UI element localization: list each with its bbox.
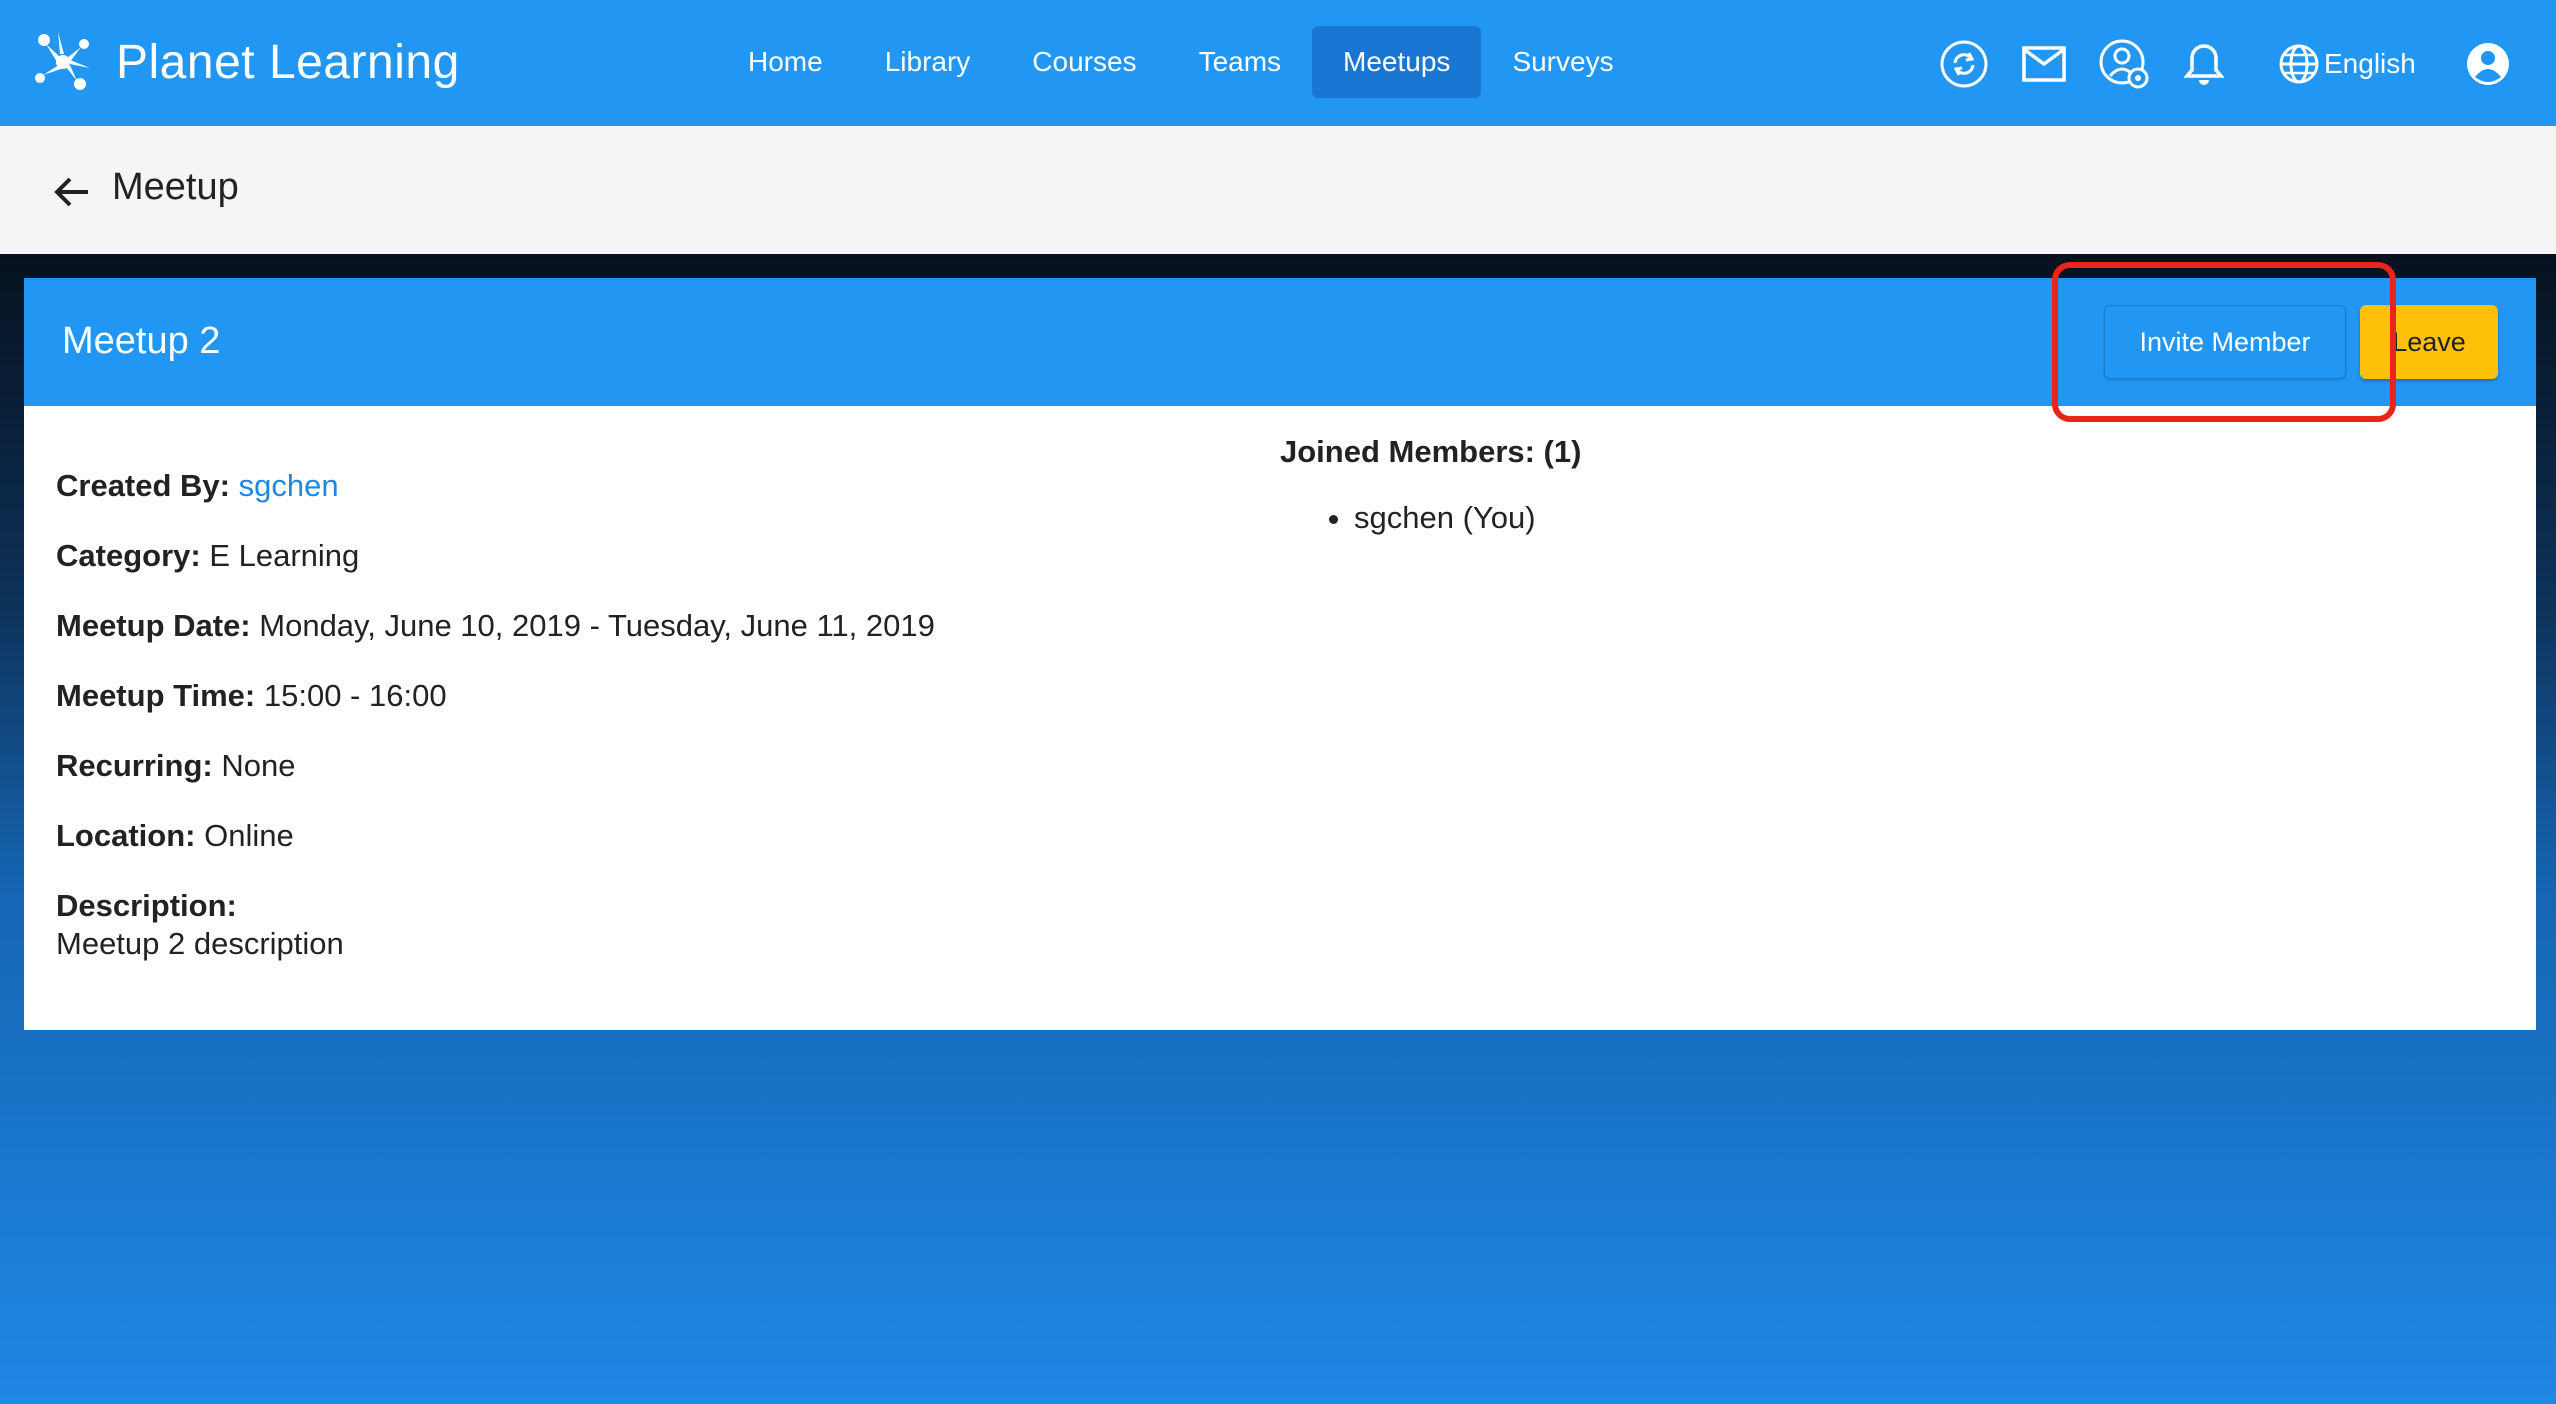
joined-members-title: Joined Members: (1) bbox=[1280, 434, 1582, 469]
detail-label: Meetup Date: bbox=[56, 608, 251, 643]
nav-meetups[interactable]: Meetups bbox=[1312, 26, 1482, 98]
mail-button[interactable] bbox=[2016, 36, 2072, 92]
detail-value: None bbox=[221, 748, 296, 783]
account-circle-icon bbox=[2467, 43, 2509, 85]
creator-link[interactable]: sgchen bbox=[239, 468, 339, 503]
bell-icon bbox=[2184, 44, 2224, 85]
meetup-card: Meetup 2 Invite Member Leave Created By:… bbox=[24, 278, 2536, 1030]
joined-members: Joined Members: (1) sgchen (You) bbox=[1280, 434, 1581, 536]
manager-settings-button[interactable] bbox=[2096, 36, 2152, 92]
user-settings-icon bbox=[2099, 39, 2149, 89]
top-app-bar: Planet Learning Home Library Courses Tea… bbox=[0, 0, 2556, 126]
leave-button[interactable]: Leave bbox=[2360, 305, 2498, 379]
main-nav: Home Library Courses Teams Meetups Surve… bbox=[717, 26, 1645, 98]
detail-value: Online bbox=[204, 818, 294, 853]
meetup-card-header: Meetup 2 Invite Member Leave bbox=[24, 278, 2536, 406]
detail-created-by: Created By: sgchen bbox=[56, 466, 935, 536]
globe-icon bbox=[2279, 44, 2319, 84]
nav-courses[interactable]: Courses bbox=[1001, 26, 1167, 98]
nav-surveys[interactable]: Surveys bbox=[1481, 26, 1644, 98]
member-item: sgchen (You) bbox=[1354, 500, 1581, 536]
app-title: Planet Learning bbox=[116, 35, 460, 89]
detail-value: 15:00 - 16:00 bbox=[263, 678, 447, 713]
detail-value: E Learning bbox=[209, 538, 360, 573]
meetup-title: Meetup 2 bbox=[62, 320, 221, 362]
detail-location: Location: Online bbox=[56, 816, 935, 886]
invite-member-button[interactable]: Invite Member bbox=[2104, 305, 2346, 379]
sync-icon bbox=[1940, 40, 1988, 88]
language-selector[interactable]: English bbox=[2278, 36, 2416, 92]
page-title: Meetup bbox=[112, 166, 239, 208]
nav-teams[interactable]: Teams bbox=[1168, 26, 1312, 98]
detail-label: Created By: bbox=[56, 468, 230, 503]
detail-label: Category: bbox=[56, 538, 201, 573]
detail-category: Category: E Learning bbox=[56, 536, 935, 606]
notifications-button[interactable] bbox=[2176, 36, 2232, 92]
detail-meetup-date: Meetup Date: Monday, June 10, 2019 - Tue… bbox=[56, 606, 935, 676]
detail-label: Location: bbox=[56, 818, 196, 853]
brand[interactable]: Planet Learning bbox=[28, 24, 460, 100]
detail-label: Recurring: bbox=[56, 748, 213, 783]
nav-library[interactable]: Library bbox=[854, 26, 1002, 98]
detail-label: Meetup Time: bbox=[56, 678, 256, 713]
detail-meetup-time: Meetup Time: 15:00 - 16:00 bbox=[56, 676, 935, 746]
mail-icon bbox=[2022, 46, 2066, 82]
meetup-details: Created By: sgchen Category: E Learning … bbox=[56, 466, 935, 962]
sync-button[interactable] bbox=[1936, 36, 1992, 92]
detail-value: Monday, June 10, 2019 - Tuesday, June 11… bbox=[259, 608, 935, 643]
account-button[interactable] bbox=[2460, 36, 2516, 92]
nav-home[interactable]: Home bbox=[717, 26, 854, 98]
member-list: sgchen (You) bbox=[1354, 500, 1581, 536]
page-toolbar bbox=[0, 126, 2556, 254]
detail-recurring: Recurring: None bbox=[56, 746, 935, 816]
language-label: English bbox=[2324, 48, 2416, 79]
detail-label: Description: bbox=[56, 888, 237, 923]
planet-logo-icon bbox=[35, 32, 90, 90]
back-arrow-icon[interactable] bbox=[50, 170, 94, 214]
description-text: Meetup 2 description bbox=[56, 926, 344, 961]
